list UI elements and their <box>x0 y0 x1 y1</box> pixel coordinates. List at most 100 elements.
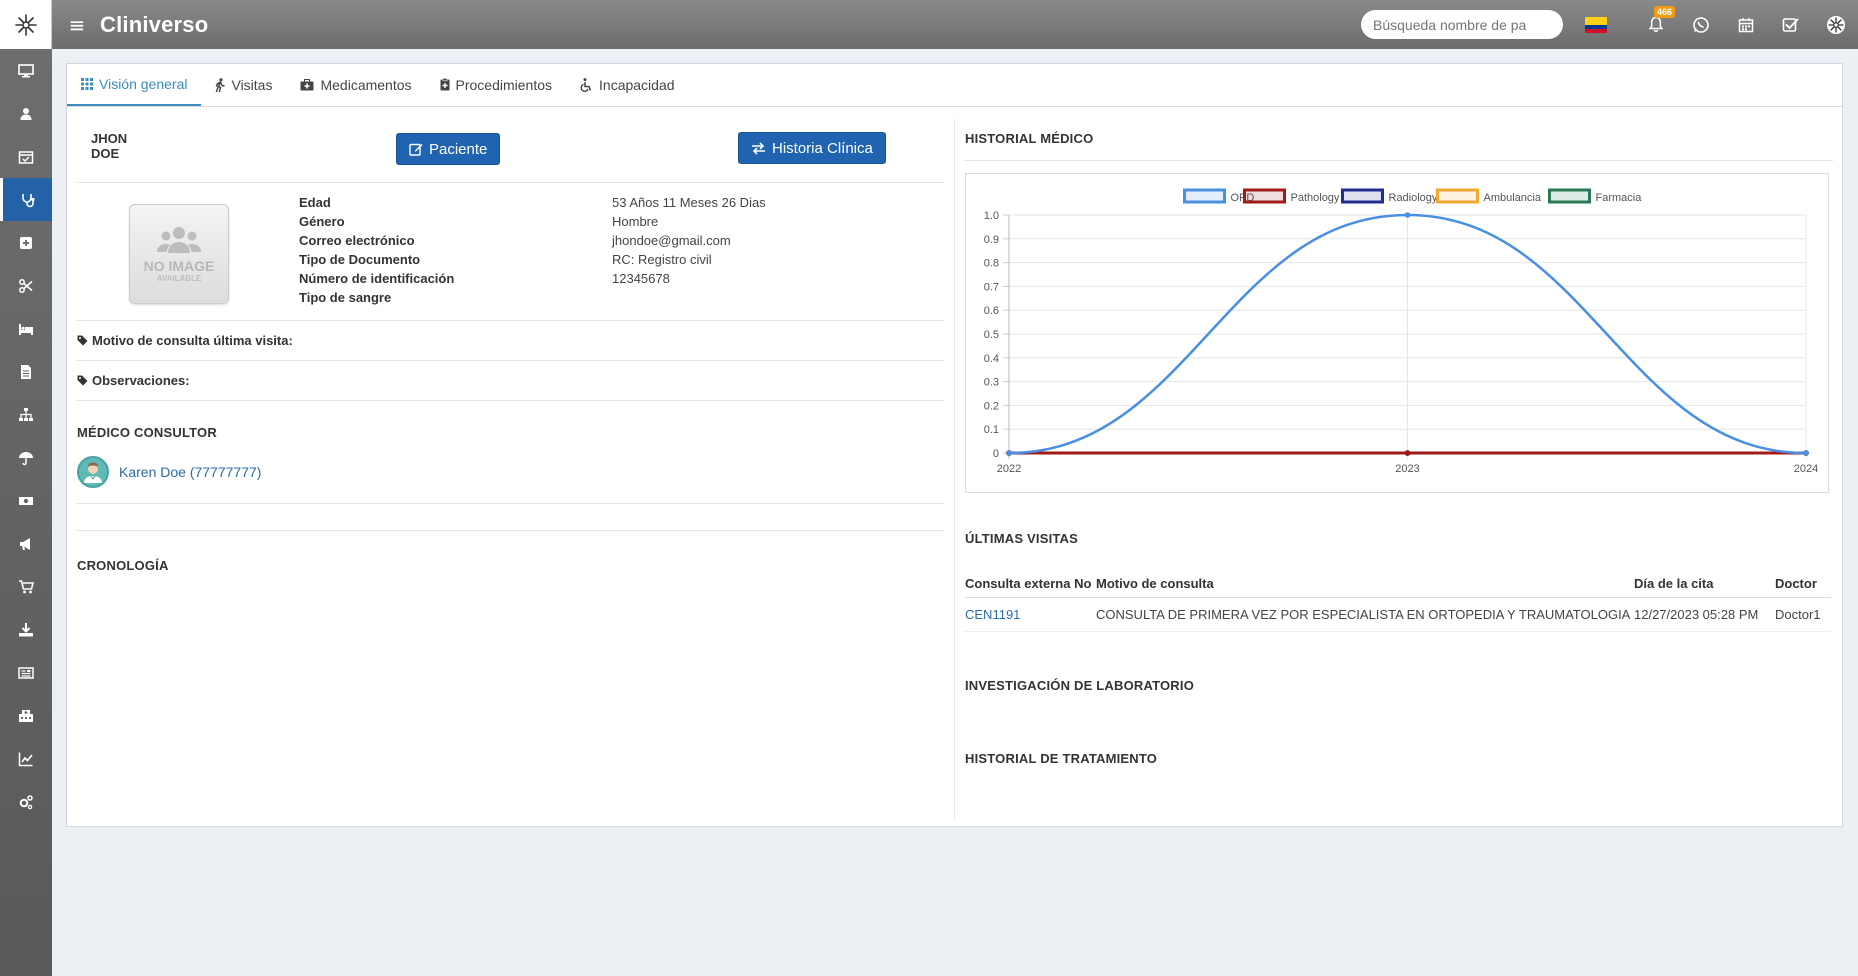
x-tick-label: 2023 <box>1395 463 1419 475</box>
stethoscope-icon <box>21 193 35 207</box>
sidebar-item-plus-square[interactable] <box>0 221 52 264</box>
user-menu-button[interactable] <box>1813 0 1858 49</box>
app-logo[interactable] <box>0 0 52 49</box>
sidebar-item-calendar-check[interactable] <box>0 135 52 178</box>
history-chart: 0 0.1 0.2 0.3 0.4 0.5 0.6 0.7 0.8 0.9 1.0 2022 2023 2… <box>965 173 1829 493</box>
patient-info: NO IMAGE AVAILABLE Edad 53 Años 11 Meses … <box>77 183 944 321</box>
laboratorio-title: INVESTIGACIÓN DE LABORATORIO <box>965 678 1195 693</box>
consulta-link[interactable]: CEN1191 <box>965 607 1020 622</box>
sidebar-item-umbrella[interactable] <box>0 436 52 479</box>
logo-icon <box>14 13 37 36</box>
legend-label: Pathology <box>1291 192 1340 204</box>
colombia-flag-icon[interactable] <box>1585 16 1607 33</box>
x-tick-label: 2022 <box>997 463 1021 475</box>
y-tick-label: 0.5 <box>984 329 999 341</box>
tab-label: Visitas <box>231 76 273 93</box>
x-tick-label: 2024 <box>1794 463 1818 475</box>
tasks-button[interactable] <box>1768 0 1813 49</box>
sidebar-item-sitemap[interactable] <box>0 393 52 436</box>
notifications-button[interactable]: 466 <box>1633 0 1678 49</box>
sidebar-item-newspaper[interactable] <box>0 651 52 694</box>
whatsapp-icon <box>1692 16 1709 33</box>
sidebar-item-stethoscope[interactable] <box>0 178 52 221</box>
y-tick-label: 0.9 <box>984 234 999 246</box>
motivo-consulta-row: Motivo de consulta última visita: <box>77 321 944 361</box>
user-icon <box>20 107 32 120</box>
legend-swatch <box>1243 188 1286 204</box>
calendar-check-icon <box>18 150 34 164</box>
medical-history: HISTORIAL MÉDICO 0 0.1 0.2 0.3 0.4 0.5 0.6 0.7 0… <box>965 119 1833 766</box>
y-tick-label: 0.8 <box>984 258 999 270</box>
col-dia: Día de la cita <box>1634 570 1775 598</box>
whatsapp-button[interactable] <box>1678 0 1723 49</box>
briefcase-medical-icon <box>300 78 314 90</box>
hospital-icon <box>19 709 33 722</box>
sidebar-item-bed[interactable] <box>0 307 52 350</box>
sidebar-item-cart[interactable] <box>0 565 52 608</box>
calendar-button[interactable] <box>1723 0 1768 49</box>
col-motivo: Motivo de consulta <box>1096 570 1634 598</box>
exchange-icon <box>752 141 765 155</box>
historial-medico-title: HISTORIAL MÉDICO <box>965 131 1094 146</box>
field-row-tipo-sangre: Tipo de sangre <box>299 290 392 305</box>
cogs-icon <box>19 794 33 809</box>
cell-doctor: Doctor1 <box>1775 597 1831 632</box>
medico-consultor-title: MÉDICO CONSULTOR <box>77 425 217 440</box>
sidebar-item-desktop[interactable] <box>0 49 52 92</box>
data-point <box>1404 212 1411 218</box>
bell-icon <box>1648 16 1663 32</box>
search-input[interactable] <box>1361 10 1563 39</box>
paciente-button[interactable]: Paciente <box>396 133 501 165</box>
sidebar <box>0 49 52 976</box>
y-tick-label: 0.2 <box>984 400 999 412</box>
notification-badge: 466 <box>1654 6 1676 18</box>
data-point <box>1803 450 1809 456</box>
visits-table: Consulta externa No Motivo de consulta D… <box>965 570 1831 632</box>
sidebar-item-hospital[interactable] <box>0 694 52 737</box>
sidebar-item-cogs[interactable] <box>0 780 52 823</box>
tab-procedimientos[interactable]: Procedimientos <box>426 63 567 106</box>
cell-motivo: CONSULTA DE PRIMERA VEZ POR ESPECIALISTA… <box>1096 597 1634 632</box>
sidebar-item-scissors[interactable] <box>0 264 52 307</box>
y-tick-label: 0.1 <box>984 424 999 436</box>
tab-label: Incapacidad <box>599 76 675 93</box>
y-tick-label: 0.3 <box>984 377 999 389</box>
newspaper-icon <box>18 666 34 679</box>
col-consulta: Consulta externa No <box>965 570 1096 598</box>
doctor-avatar-icon <box>84 462 102 483</box>
doctor-link[interactable]: Karen Doe (77777777) <box>119 464 261 480</box>
data-point <box>1006 450 1012 456</box>
ultimas-visitas-title: ÚLTIMAS VISITAS <box>965 531 1079 546</box>
field-row-genero: Género Hombre <box>299 214 659 229</box>
sidebar-item-file[interactable] <box>0 350 52 393</box>
y-tick-label: 0.7 <box>984 281 999 293</box>
historia-button-label: Historia Clínica <box>772 139 873 157</box>
edit-icon <box>409 143 423 156</box>
sidebar-item-money[interactable] <box>0 479 52 522</box>
sidebar-item-user[interactable] <box>0 92 52 135</box>
field-row-tipo-documento: Tipo de Documento RC: Registro civil <box>299 252 712 267</box>
menu-toggle-icon[interactable]: ≡ <box>66 13 88 37</box>
legend-label: Farmacia <box>1596 192 1643 204</box>
tab-incapacidad[interactable]: Incapacidad <box>566 63 689 106</box>
tab-medicamentos[interactable]: Medicamentos <box>286 63 425 106</box>
column-divider <box>954 119 955 819</box>
tab-visitas[interactable]: Visitas <box>201 63 286 106</box>
users-icon <box>157 226 201 253</box>
patient-last-name: DOE <box>91 146 120 161</box>
sidebar-item-bullhorn[interactable] <box>0 522 52 565</box>
th-icon <box>81 77 93 90</box>
historia-clinica-button[interactable]: Historia Clínica <box>738 132 886 164</box>
sidebar-item-download[interactable] <box>0 608 52 651</box>
patient-name: JHON DOE <box>91 131 151 161</box>
sidebar-item-chart[interactable] <box>0 737 52 780</box>
umbrella-icon <box>19 451 33 465</box>
cell-dia: 12/27/2023 05:28 PM <box>1634 597 1775 632</box>
col-doctor: Doctor <box>1775 570 1831 598</box>
data-point <box>1404 450 1411 456</box>
plus-square-icon <box>20 236 32 249</box>
tab-vision-general[interactable]: Visión general <box>67 63 202 106</box>
bed-icon <box>19 323 33 335</box>
legend-swatch <box>1436 188 1479 204</box>
patient-panel: Visión general Visitas Medicamentos Proc… <box>66 63 1843 827</box>
